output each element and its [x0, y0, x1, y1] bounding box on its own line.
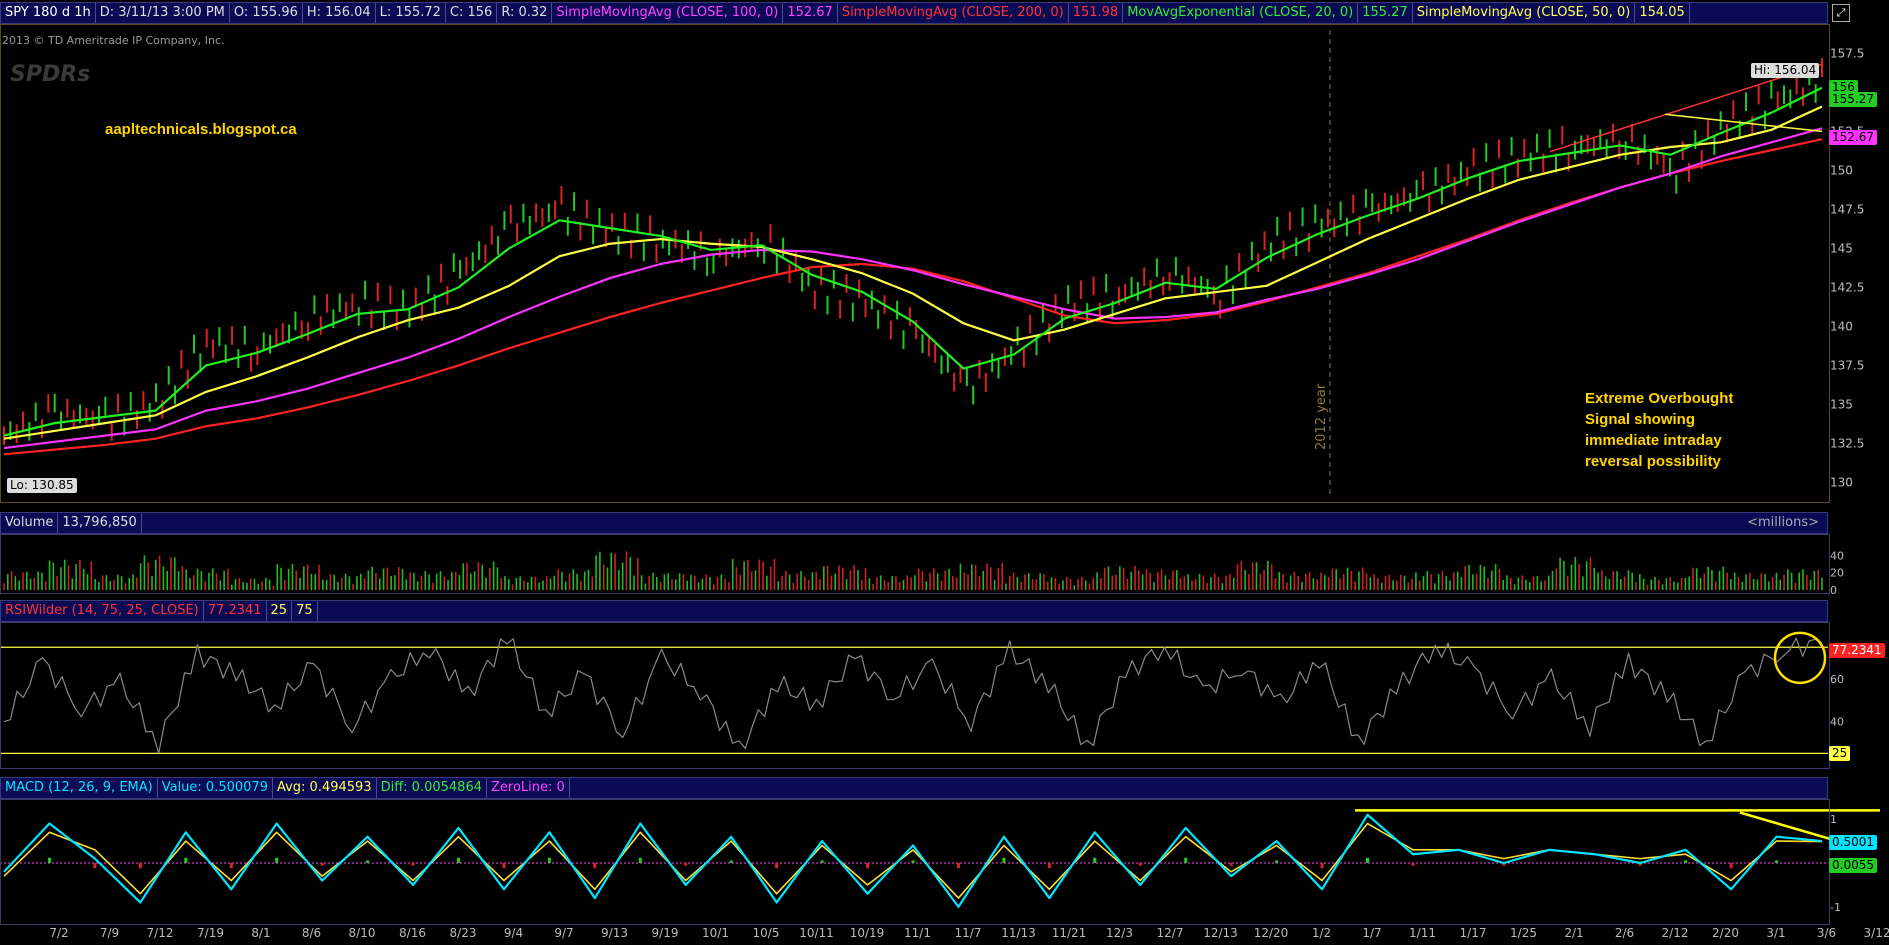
- x-tick-label: 12/3: [1106, 926, 1133, 940]
- x-tick-label: 3/1: [1766, 926, 1785, 940]
- x-tick-label: 3/12: [1864, 926, 1889, 940]
- year-marker: 2012 year: [1314, 383, 1329, 450]
- price-y-tick: 142.5: [1830, 280, 1864, 294]
- rsi-low-tag: 25: [1829, 746, 1851, 761]
- volume-panel: [0, 534, 1830, 594]
- volume-unit: <millions>: [1747, 515, 1819, 530]
- x-tick-label: 8/16: [399, 926, 426, 940]
- x-tick-label: 7/9: [100, 926, 119, 940]
- price-y-tick: 157.5: [1830, 46, 1864, 60]
- x-tick-label: 11/1: [904, 926, 931, 940]
- annotation-line-3: immediate intraday: [1585, 432, 1722, 449]
- x-tick-label: 1/11: [1409, 926, 1436, 940]
- macd-avg: Avg: 0.494593: [273, 778, 377, 798]
- x-tick-label: 11/13: [1001, 926, 1036, 940]
- x-tick-label: 11/7: [955, 926, 982, 940]
- rsi-low: 25: [267, 601, 293, 621]
- x-tick-label: 2/6: [1615, 926, 1634, 940]
- macd-value: Value: 0.500079: [158, 778, 273, 798]
- x-tick-label: 9/19: [652, 926, 679, 940]
- x-tick-label: 8/23: [450, 926, 477, 940]
- x-tick-label: 1/25: [1510, 926, 1537, 940]
- rsi-label[interactable]: RSIWilder (14, 75, 25, CLOSE): [1, 601, 204, 621]
- annotation-line-4: reversal possibility: [1585, 453, 1721, 470]
- lo-label: Lo: 130.85: [7, 478, 77, 493]
- price-y-tick: 132.5: [1830, 436, 1864, 450]
- price-y-tick: 140: [1830, 319, 1853, 333]
- x-tick-label: 12/7: [1157, 926, 1184, 940]
- volume-header: Volume 13,796,850 <millions>: [0, 512, 1828, 534]
- price-y-tick: 137.5: [1830, 358, 1864, 372]
- annotation-line-2: Signal showing: [1585, 411, 1696, 428]
- ema-price-tag: 155.27: [1829, 92, 1877, 107]
- x-tick-label: 1/2: [1312, 926, 1331, 940]
- volume-label[interactable]: Volume: [1, 513, 59, 533]
- spdr-logo: SPDRs: [10, 62, 91, 87]
- sma200-line: [3, 138, 1823, 456]
- x-tick-label: 7/12: [147, 926, 174, 940]
- x-tick-label: 2/1: [1564, 926, 1583, 940]
- price-y-tick: 145: [1830, 241, 1853, 255]
- price-y-tick: 130: [1830, 475, 1853, 489]
- x-tick-label: 9/7: [554, 926, 573, 940]
- rsi-panel: [0, 622, 1830, 769]
- x-tick-label: 9/13: [601, 926, 628, 940]
- x-tick-label: 2/12: [1662, 926, 1689, 940]
- x-tick-label: 12/20: [1254, 926, 1289, 940]
- x-tick-label: 8/1: [251, 926, 270, 940]
- blog-url: aapltechnicals.blogspot.ca: [105, 121, 297, 138]
- price-y-tick: 147.5: [1830, 202, 1864, 216]
- hi-label: Hi: 156.04: [1751, 63, 1820, 78]
- annotation-line-1: Extreme Overbought: [1585, 390, 1734, 407]
- x-tick-label: 8/6: [302, 926, 321, 940]
- macd-panel: [0, 799, 1830, 925]
- macd-diff: Diff: 0.0054864: [377, 778, 487, 798]
- macd-zero: ZeroLine: 0: [487, 778, 570, 798]
- volume-value: 13,796,850: [58, 513, 142, 533]
- x-tick-label: 1/17: [1460, 926, 1487, 940]
- x-tick-label: 2/20: [1712, 926, 1739, 940]
- price-y-tick: 135: [1830, 397, 1853, 411]
- rsi-y-tick: 60: [1830, 673, 1844, 686]
- sma100-line: [3, 127, 1823, 450]
- rsi-header: RSIWilder (14, 75, 25, CLOSE) 77.2341 25 75: [0, 600, 1828, 622]
- rsi-high: 75: [292, 601, 318, 621]
- x-tick-label: 10/1: [702, 926, 729, 940]
- macd-y-tick: -1: [1830, 901, 1841, 914]
- price-y-tick: 150: [1830, 163, 1853, 177]
- annotation-text: Extreme Overbought Signal showing immedi…: [1585, 388, 1733, 472]
- copyright-text: 2013 © TD Ameritrade IP Company, Inc.: [2, 34, 225, 47]
- macd-label[interactable]: MACD (12, 26, 9, EMA): [1, 778, 158, 798]
- x-tick-label: 1/7: [1362, 926, 1381, 940]
- x-tick-label: 11/21: [1052, 926, 1087, 940]
- x-tick-label: 7/2: [49, 926, 68, 940]
- volume-y-tick: 40: [1830, 549, 1844, 562]
- rsi-y-tick: 40: [1830, 716, 1844, 729]
- x-tick-label: 9/4: [504, 926, 523, 940]
- sma100-price-tag: 152.67: [1829, 130, 1877, 145]
- volume-y-tick: 0: [1830, 584, 1837, 597]
- macd-header: MACD (12, 26, 9, EMA) Value: 0.500079 Avg:…: [0, 777, 1828, 799]
- x-tick-label: 8/10: [349, 926, 376, 940]
- macd-value-tag: 0.5001: [1829, 835, 1877, 850]
- x-tick-label: 7/19: [197, 926, 224, 940]
- x-tick-label: 10/5: [753, 926, 780, 940]
- macd-diff-tag: 0.0055: [1829, 858, 1877, 873]
- x-tick-label: 10/19: [850, 926, 885, 940]
- x-tick-label: 10/11: [799, 926, 834, 940]
- x-tick-label: 3/6: [1817, 926, 1836, 940]
- macd-y-tick: 1: [1830, 813, 1837, 826]
- x-tick-label: 12/13: [1203, 926, 1238, 940]
- rsi-value-tag: 77.2341: [1829, 643, 1885, 658]
- volume-y-tick: 20: [1830, 567, 1844, 580]
- rsi-value: 77.2341: [204, 601, 267, 621]
